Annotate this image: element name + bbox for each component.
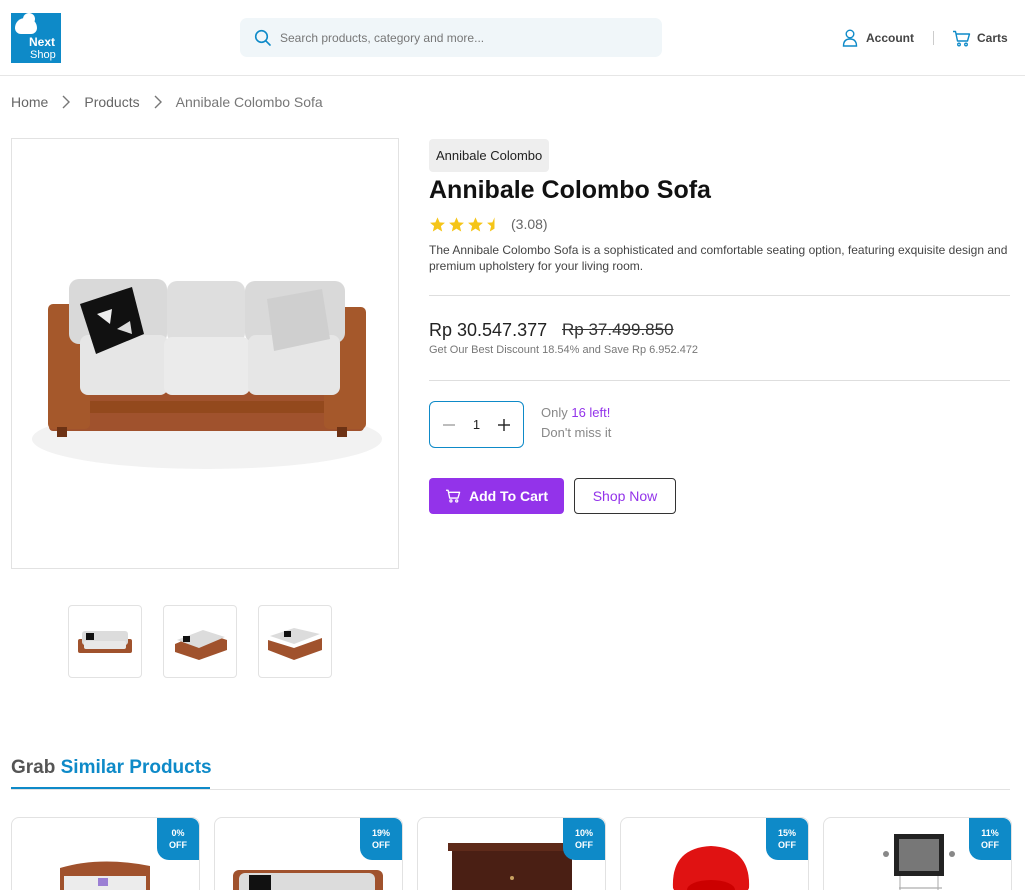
add-to-cart-label: Add To Cart [468, 488, 549, 504]
breadcrumb-current: Annibale Colombo Sofa [175, 94, 323, 110]
header-divider [933, 31, 934, 45]
discount-badge: 19% OFF [360, 818, 402, 860]
discount-badge: 10% OFF [563, 818, 605, 860]
add-to-cart-button[interactable]: Add To Cart [429, 478, 564, 514]
cloud-icon [15, 13, 37, 34]
badge-percent: 10% [574, 828, 593, 838]
sofa-thumbnail-image [175, 629, 227, 660]
heading-underline [11, 787, 210, 789]
divider [429, 380, 1010, 381]
breadcrumb: Home Products Annibale Colombo Sofa [11, 92, 323, 112]
similar-product-card[interactable]: 10% OFF [417, 817, 606, 890]
similar-product-card[interactable]: 11% OFF [823, 817, 1012, 890]
half-star-icon [487, 216, 495, 231]
badge-percent: 19% [371, 828, 390, 838]
sofa-thumbnail-image [268, 627, 322, 660]
badge-off: OFF [169, 840, 187, 850]
stock-message: Only 16 left! [541, 405, 610, 420]
cart-icon [953, 30, 971, 46]
breadcrumb-home[interactable]: Home [11, 94, 48, 110]
brand-tag[interactable]: Annibale Colombo [429, 139, 550, 172]
decrease-quantity-button[interactable] [440, 416, 458, 434]
breadcrumb-products[interactable]: Products [84, 94, 139, 110]
nextshop-logo[interactable]: Next Shop [11, 13, 61, 63]
thumbnail-3[interactable] [258, 605, 332, 678]
badge-percent: 15% [777, 828, 796, 838]
minus-icon [443, 423, 455, 426]
current-price: Rp 30.547.377 [429, 320, 548, 340]
divider [429, 295, 1010, 296]
stock-count: 16 left! [571, 405, 611, 420]
badge-off: OFF [778, 840, 796, 850]
similar-products-heading: Grab Similar Products [11, 756, 212, 780]
thumbnail-2[interactable] [163, 605, 237, 678]
user-icon [842, 29, 858, 47]
carts-label: Carts [977, 31, 1008, 45]
badge-percent: 0% [171, 828, 185, 838]
star-icon [468, 216, 483, 231]
similar-product-card[interactable]: 0% OFF [11, 817, 200, 890]
sofa-thumbnail-image [78, 630, 132, 653]
similar-product-card[interactable]: 15% OFF [620, 817, 809, 890]
cart-icon [445, 489, 461, 503]
discount-badge: 0% OFF [157, 818, 199, 860]
increase-quantity-button[interactable] [495, 416, 513, 434]
chevron-right-icon [62, 95, 71, 109]
search-input[interactable] [280, 18, 650, 57]
discount-text: Get Our Best Discount 18.54% and Save Rp… [429, 344, 699, 356]
chevron-right-icon [154, 95, 162, 109]
badge-off: OFF [981, 840, 999, 850]
product-title: Annibale Colombo Sofa [429, 176, 711, 204]
divider [11, 789, 1010, 790]
stock-urgency: Don't miss it [541, 425, 612, 440]
discount-badge: 15% OFF [766, 818, 808, 860]
stock-prefix: Only [541, 405, 572, 420]
discount-badge: 11% OFF [969, 818, 1011, 860]
quantity-stepper: 1 [429, 401, 524, 448]
carts-link[interactable]: Carts [952, 28, 1008, 48]
badge-off: OFF [372, 840, 390, 850]
thumbnail-1[interactable] [68, 605, 142, 678]
sofa-image [32, 279, 382, 469]
site-header: Next Shop Account Carts [0, 0, 1025, 76]
original-price: Rp 37.499.850 [562, 320, 674, 339]
logo-text-shop: Shop [30, 49, 56, 61]
search-bar [240, 18, 662, 57]
plus-icon [497, 418, 510, 431]
badge-percent: 11% [981, 828, 999, 838]
quantity-value: 1 [472, 417, 481, 432]
heading-prefix: Grab [11, 757, 61, 778]
shop-now-button[interactable]: Shop Now [574, 478, 676, 514]
search-icon [254, 29, 271, 46]
account-link[interactable]: Account [842, 28, 914, 48]
similar-product-card[interactable]: 19% OFF [214, 817, 403, 890]
heading-accent: Similar Products [60, 757, 212, 778]
star-icon [449, 216, 464, 231]
badge-off: OFF [575, 840, 593, 850]
similar-products-list: 0% OFF 19% OFF 10% OFF 15% OFF 11% OFF [11, 817, 1012, 890]
product-rating: (3.08) [429, 213, 548, 235]
product-description: The Annibale Colombo Sofa is a sophistic… [429, 243, 1008, 273]
rating-value: (3.08) [511, 216, 548, 232]
product-main-image [11, 138, 399, 569]
star-icon [430, 216, 445, 231]
thumbnail-strip [68, 605, 332, 678]
logo-text-next: Next [29, 35, 56, 49]
account-label: Account [866, 31, 914, 45]
